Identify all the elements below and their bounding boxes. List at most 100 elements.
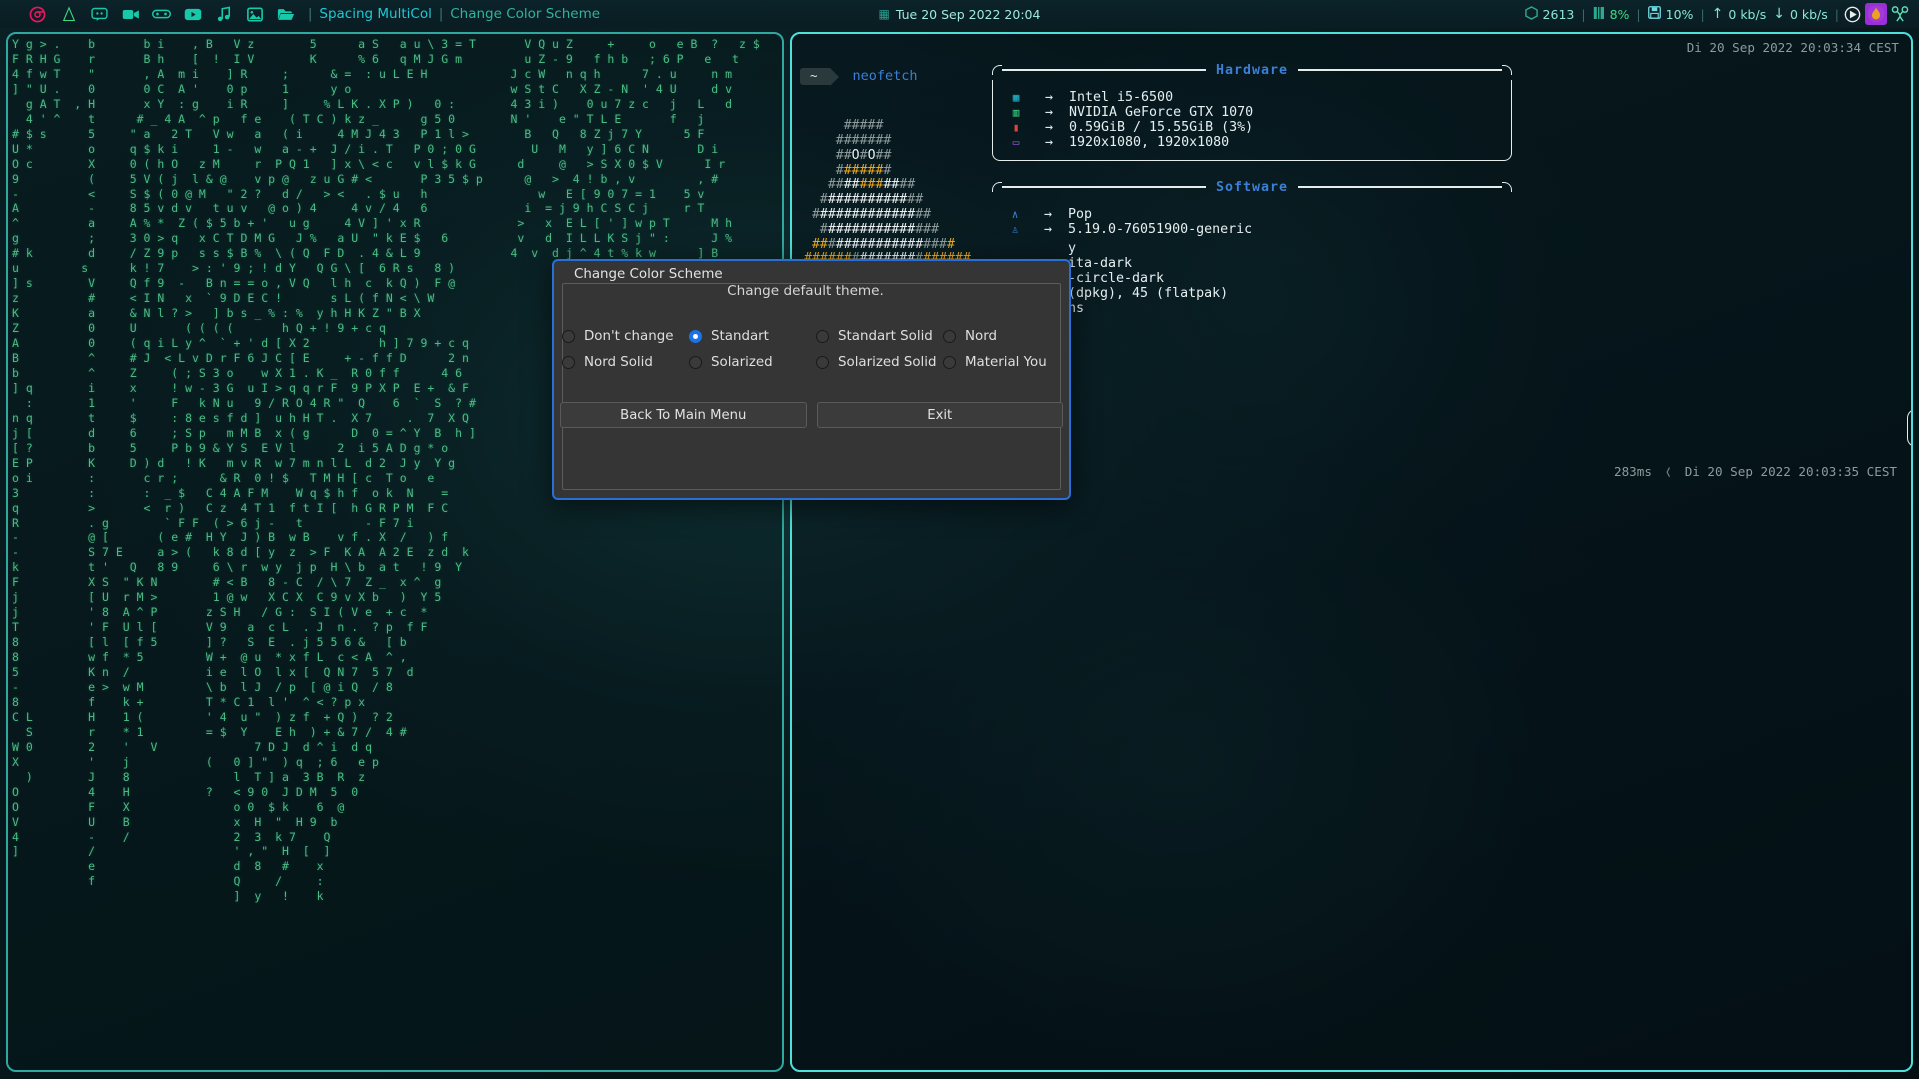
radio-option-label: Solarized Solid bbox=[838, 354, 937, 370]
box-rule-left bbox=[1002, 69, 1206, 71]
neofetch-end-timestamp: Di 20 Sep 2022 20:03:35 CEST bbox=[1684, 464, 1897, 479]
neofetch-info-row: ▭ → 1920x1080, 1920x1080 bbox=[993, 135, 1511, 150]
software-box-header: Software bbox=[992, 177, 1513, 197]
radio-option-label: Nord Solid bbox=[584, 354, 653, 370]
exit-button[interactable]: Exit bbox=[816, 402, 1063, 428]
radio-option-standart[interactable]: Standart bbox=[689, 329, 816, 344]
back-to-main-menu-button[interactable]: Back To Main Menu bbox=[560, 402, 807, 428]
network-up-indicator[interactable]: ↑ 0 kb/s bbox=[1705, 6, 1774, 22]
neofetch-info-row: -circle-dark bbox=[1002, 271, 1512, 286]
cpu-icon bbox=[1593, 6, 1605, 23]
arrow-right-icon: → bbox=[1044, 90, 1053, 105]
neofetch-info-value: 1920x1080, 1920x1080 bbox=[1069, 135, 1230, 150]
shell-prompt: ~ neofetch bbox=[798, 67, 971, 86]
matrix-terminal-window[interactable]: Y g > . b b i , B V z 5 a S a u \ 3 = T … bbox=[6, 32, 784, 1072]
network-tray-icon[interactable] bbox=[1889, 3, 1911, 25]
radio-option-nord[interactable]: Nord bbox=[943, 329, 1063, 344]
network-up-value: 0 kb/s bbox=[1728, 6, 1767, 22]
linux-kernel-icon: ♙ bbox=[1011, 223, 1019, 236]
cpu-indicator[interactable]: 8% bbox=[1586, 6, 1637, 23]
theme-radio-group[interactable]: Don't change Standart Standart Solid Nord No… bbox=[562, 323, 1061, 375]
radio-button-icon[interactable] bbox=[689, 329, 702, 343]
radio-button-icon[interactable] bbox=[943, 329, 956, 343]
hardware-title: Hardware bbox=[1215, 62, 1289, 78]
desktop: | Spacing MultiCol | Change Color Scheme… bbox=[0, 0, 1919, 1079]
terminal-color-palette bbox=[1907, 409, 1911, 447]
neofetch-info-value: y bbox=[1068, 241, 1077, 256]
radio-option-label: Standart Solid bbox=[838, 328, 933, 344]
radio-button-icon[interactable] bbox=[562, 355, 575, 369]
radio-option-material-you[interactable]: Material You bbox=[943, 355, 1063, 370]
firefox-developer-icon[interactable] bbox=[53, 0, 84, 28]
box-rule-left bbox=[1002, 186, 1206, 188]
neofetch-info-value: Intel i5-6500 bbox=[1069, 90, 1174, 105]
hardware-box-header: Hardware bbox=[992, 60, 1513, 80]
hardware-box: Hardware ▦ → Intel i5-6500 ▥ → NVIDIA GeForce… bbox=[992, 60, 1513, 161]
neofetch-info-value: NVIDIA GeForce GTX 1070 bbox=[1069, 105, 1254, 120]
radio-option-standart-solid[interactable]: Standart Solid bbox=[816, 329, 943, 344]
clock-widget[interactable]: ▦ Tue 20 Sep 2022 20:04 bbox=[879, 7, 1041, 22]
cpu-icon: ▦ bbox=[1012, 91, 1020, 104]
prompt-path-chip: ~ bbox=[800, 67, 830, 86]
music-note-icon[interactable] bbox=[208, 0, 239, 28]
radio-button-icon[interactable] bbox=[689, 355, 702, 369]
software-rows: ∧ → Pop ♙ → 5.19.0-76051900-generic bbox=[992, 197, 1512, 241]
flame-tray-icon[interactable] bbox=[1865, 3, 1887, 25]
disk-icon bbox=[1647, 6, 1661, 22]
radio-option-solarized[interactable]: Solarized bbox=[689, 355, 816, 370]
status-sep-4: | bbox=[1834, 6, 1839, 22]
image-viewer-icon[interactable] bbox=[239, 0, 270, 28]
arrow-right-icon: → bbox=[1043, 207, 1052, 222]
arrow-right-icon: → bbox=[1044, 120, 1053, 135]
chevron-left-icon: ❬ bbox=[1664, 464, 1673, 479]
neofetch-info-value: -circle-dark bbox=[1068, 271, 1165, 286]
radio-button-icon[interactable] bbox=[562, 329, 575, 343]
calendar-icon: ▦ bbox=[878, 7, 890, 21]
matrix-rain-text: Y g > . b b i , B V z 5 a S a u \ 3 = T … bbox=[12, 37, 760, 904]
radio-button-icon[interactable] bbox=[943, 355, 956, 369]
file-manager-icon[interactable] bbox=[270, 0, 301, 28]
disk-indicator[interactable]: 10% bbox=[1641, 6, 1701, 22]
box-rule-right bbox=[1298, 69, 1503, 71]
radio-option-label: Don't change bbox=[584, 328, 674, 344]
prompt-arrow-icon bbox=[829, 67, 839, 86]
network-down-value: 0 kb/s bbox=[1789, 6, 1828, 22]
box-corner-left bbox=[992, 65, 1002, 75]
radio-button-icon[interactable] bbox=[816, 329, 829, 343]
neofetch-terminal-window[interactable]: ~ neofetch ##### ####### ##O#O## #######… bbox=[790, 32, 1913, 1072]
radio-option-don-t-change[interactable]: Don't change bbox=[562, 329, 689, 344]
disk-value: 10% bbox=[1665, 6, 1694, 22]
record-tray-icon[interactable] bbox=[1841, 3, 1863, 25]
radio-option-label: Standart bbox=[711, 328, 769, 344]
radio-option-solarized-solid[interactable]: Solarized Solid bbox=[816, 355, 943, 370]
radio-option-nord-solid[interactable]: Nord Solid bbox=[562, 355, 689, 370]
chrome-icon[interactable] bbox=[22, 0, 53, 28]
neofetch-info-row: ♙ → 5.19.0-76051900-generic bbox=[992, 222, 1512, 237]
arrow-up-icon: ↑ bbox=[1711, 6, 1724, 22]
game-controller-icon[interactable] bbox=[146, 0, 177, 28]
network-down-indicator[interactable]: ↓ 0 kb/s bbox=[1773, 6, 1835, 22]
command-duration: 283ms bbox=[1613, 464, 1652, 479]
box-corner-right bbox=[1502, 182, 1513, 192]
video-camera-icon[interactable] bbox=[115, 0, 146, 28]
box-corner-left bbox=[992, 182, 1002, 192]
shell-command: neofetch bbox=[852, 68, 918, 85]
box-corner-right bbox=[1502, 65, 1513, 75]
change-color-scheme-dialog[interactable]: Change Color Scheme Change default theme… bbox=[552, 259, 1071, 500]
workspace-title[interactable]: Spacing MultiCol bbox=[319, 6, 431, 22]
display-icon: ▭ bbox=[1012, 136, 1020, 149]
arrow-right-icon: → bbox=[1044, 135, 1053, 150]
youtube-icon[interactable] bbox=[177, 0, 208, 28]
neofetch-info-row: ∧ → Pop bbox=[992, 207, 1512, 222]
discord-icon[interactable] bbox=[84, 0, 115, 28]
dialog-title: Change Color Scheme bbox=[568, 267, 729, 282]
cpu-value: 8% bbox=[1609, 6, 1630, 22]
radio-button-icon[interactable] bbox=[816, 355, 829, 369]
radio-option-label: Solarized bbox=[711, 354, 773, 370]
package-updates-indicator[interactable]: 2613 bbox=[1518, 5, 1582, 23]
neofetch-info-row: (dpkg), 45 (flatpak) bbox=[1002, 286, 1512, 301]
package-count: 2613 bbox=[1542, 6, 1575, 22]
clock-text: Tue 20 Sep 2022 20:04 bbox=[895, 6, 1041, 22]
neofetch-info-row: ▮ → 0.59GiB / 15.55GiB (3%) bbox=[993, 120, 1511, 135]
dialog-group-frame bbox=[562, 283, 1061, 490]
